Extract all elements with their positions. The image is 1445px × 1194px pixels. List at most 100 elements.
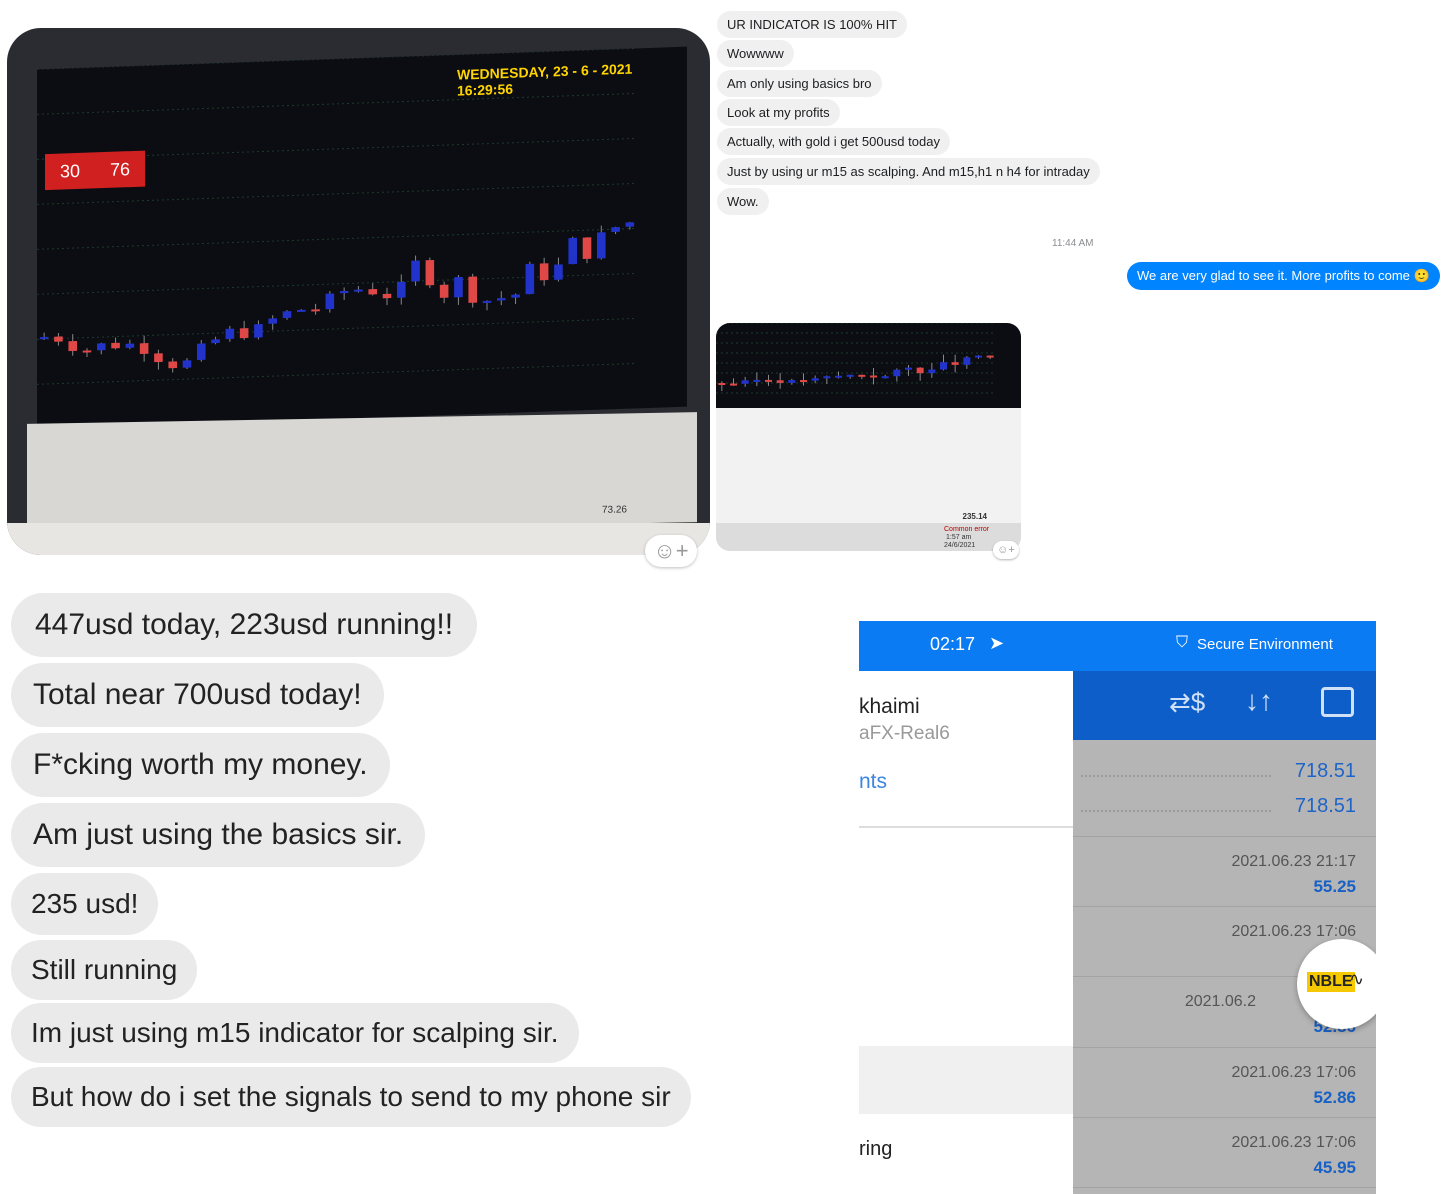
- clock-time: 1:57 am: [946, 534, 972, 541]
- pulse-icon: ∿: [1349, 969, 1365, 989]
- deal-row[interactable]: 2021.06.23 21:17 55.25: [1073, 837, 1376, 907]
- trading-screenshot-photo[interactable]: 235.14 Common error 1:57 am 24/6/2021: [716, 323, 1021, 551]
- candle: [397, 281, 406, 298]
- candle: [454, 276, 463, 298]
- total-profit: 73.26: [601, 504, 627, 516]
- candle: [482, 300, 492, 304]
- deal-date: 2021.06.23 17:06: [1231, 1134, 1356, 1151]
- menu-item[interactable]: ring: [859, 1138, 892, 1161]
- candle: [625, 222, 635, 227]
- candle: [311, 309, 320, 312]
- total-profit: 235.14: [962, 512, 987, 521]
- candle: [497, 298, 506, 301]
- add-reaction-icon[interactable]: ☺+: [645, 535, 697, 567]
- candle: [254, 324, 263, 338]
- candle: [582, 237, 592, 260]
- received-message: F*cking worth my money.: [11, 733, 390, 797]
- deal-date: 2021.06.2: [1184, 993, 1256, 1010]
- candle: [741, 380, 749, 384]
- candle: [881, 376, 889, 379]
- deal-row[interactable]: 2021.06.23 17:06 45.95: [1073, 1118, 1376, 1188]
- trade-table: 235.14: [716, 408, 1021, 523]
- currency-exchange-icon[interactable]: ⇄$: [1169, 687, 1205, 718]
- grid-line: [37, 317, 637, 340]
- candle: [800, 380, 807, 383]
- received-message: Actually, with gold i get 500usd today: [717, 128, 950, 155]
- one-click-trading-panel: 30 76: [45, 150, 145, 191]
- candle: [125, 343, 135, 348]
- deal-date: 2021.06.23 17:06: [1231, 1064, 1356, 1081]
- candle: [893, 369, 901, 377]
- received-message: UR INDICATOR IS 100% HIT: [717, 11, 907, 38]
- candle: [776, 380, 784, 383]
- candle: [368, 288, 377, 295]
- status-bar: 02:17 ➤ ⛉ Secure Environment: [859, 621, 1376, 671]
- grid-line: [37, 227, 637, 250]
- telegram-icon: ➤: [989, 633, 1005, 653]
- chart-screen: [716, 323, 1021, 408]
- candle: [835, 375, 842, 378]
- received-message: Just by using ur m15 as scalping. And m1…: [717, 158, 1100, 185]
- candle: [986, 355, 994, 358]
- taskbar: Common error 1:57 am 24/6/2021: [716, 523, 1021, 551]
- candle: [354, 289, 363, 292]
- candle: [568, 237, 578, 265]
- candle: [718, 383, 726, 385]
- menu-item-selected[interactable]: [859, 1046, 1073, 1114]
- chart-screen: WEDNESDAY, 23 - 6 - 2021 16:29:56 30 76: [37, 46, 687, 430]
- candle: [297, 309, 306, 312]
- deal-amount: 55.25: [1313, 877, 1356, 896]
- sort-icon[interactable]: ↓↑: [1245, 685, 1273, 717]
- candle: [870, 375, 877, 378]
- candle: [611, 227, 620, 233]
- candle: [382, 293, 392, 299]
- received-message: 447usd today, 223usd running!!: [11, 593, 478, 657]
- sent-message: We are very glad to see it. More profits…: [1127, 262, 1440, 290]
- candle: [68, 340, 77, 352]
- received-message: Still running: [11, 940, 198, 1000]
- candle: [268, 318, 278, 324]
- buy-value: 76: [109, 158, 131, 180]
- deal-row[interactable]: 2021.06.23 17:06 52.86: [1073, 1048, 1376, 1118]
- candle: [730, 383, 737, 386]
- received-message: Im just using m15 indicator for scalping…: [11, 1003, 579, 1063]
- candle: [54, 336, 63, 342]
- candle: [154, 353, 163, 363]
- message-timestamp: 11:44 AM: [1052, 238, 1094, 249]
- trade-table: 73.26: [27, 412, 697, 534]
- candle: [339, 290, 349, 294]
- divider: [859, 826, 1073, 828]
- side-drawer: khaimi aFX-Real6 nts ring: [859, 671, 1073, 1194]
- candle: [197, 343, 206, 361]
- sell-value: 30: [59, 160, 81, 182]
- candle: [916, 367, 924, 374]
- candle: [225, 328, 235, 340]
- add-reaction-icon[interactable]: ☺+: [993, 541, 1019, 559]
- clock: 02:17: [930, 634, 976, 654]
- received-message: Total near 700usd today!: [11, 663, 384, 727]
- candle: [905, 367, 912, 370]
- secure-environment-label: Secure Environment: [1197, 636, 1333, 653]
- manage-accounts-link[interactable]: nts: [859, 770, 887, 794]
- candle: [975, 355, 982, 358]
- phone-screenshot: 02:17 ➤ ⛉ Secure Environment khaimi aFX-…: [859, 621, 1376, 1194]
- status-text: Common error: [944, 526, 990, 533]
- calendar-icon[interactable]: [1321, 687, 1354, 717]
- received-message: Wowwww: [717, 40, 794, 67]
- clock-date: 24/6/2021: [944, 542, 976, 549]
- received-message: Look at my profits: [717, 99, 840, 126]
- candle: [788, 380, 796, 383]
- candle: [111, 342, 120, 349]
- taskbar: [7, 523, 710, 555]
- candle: [139, 343, 149, 354]
- trading-chart-photo[interactable]: WEDNESDAY, 23 - 6 - 2021 16:29:56 30 76 …: [7, 28, 710, 555]
- balance-summary: 718.51 718.51: [1073, 740, 1376, 837]
- candle: [425, 260, 435, 286]
- candle: [846, 374, 854, 377]
- candle: [823, 376, 831, 379]
- candle: [97, 343, 106, 351]
- deal-amount: 45.95: [1313, 1158, 1356, 1177]
- candle: [325, 293, 335, 310]
- balance-value: 718.51: [1294, 760, 1356, 782]
- history-panel: ⇄$ ↓↑ 718.51 718.51 2021.06.23 21:17 55.…: [1073, 671, 1376, 1194]
